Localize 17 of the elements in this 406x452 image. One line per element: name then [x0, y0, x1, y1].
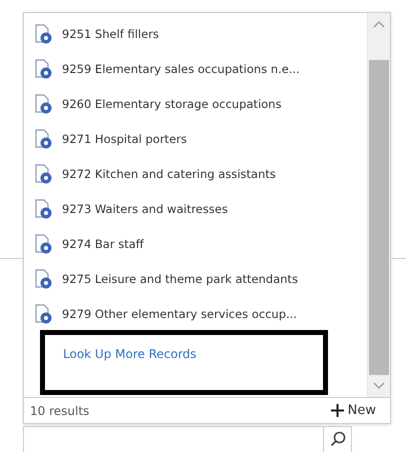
scrollbar-thumb[interactable] [369, 60, 389, 375]
result-item[interactable]: 9259 Elementary sales occupations n.e... [62, 62, 300, 76]
result-item[interactable]: 9260 Elementary storage occupations [62, 96, 282, 110]
plus-icon [330, 404, 344, 417]
result-count: 10 results [30, 404, 90, 418]
result-item[interactable]: 9271 Hospital porters [62, 132, 187, 146]
scroll-down-icon[interactable] [373, 382, 385, 390]
result-item[interactable]: 9275 Leisure and theme park attendants [62, 272, 298, 286]
look-up-more-link[interactable]: Look Up More Records [63, 347, 196, 361]
scrollbar[interactable] [367, 13, 390, 397]
scroll-up-icon[interactable] [373, 20, 385, 28]
result-item[interactable]: 9251 Shelf fillers [62, 26, 159, 40]
result-item[interactable]: 9274 Bar staff [62, 236, 144, 250]
result-item[interactable]: 9279 Other elementary services occup... [62, 306, 297, 320]
result-item[interactable]: 9272 Kitchen and catering assistants [62, 166, 276, 180]
new-button[interactable]: New [330, 403, 376, 418]
result-item[interactable]: 9273 Waiters and waitresses [62, 202, 228, 216]
